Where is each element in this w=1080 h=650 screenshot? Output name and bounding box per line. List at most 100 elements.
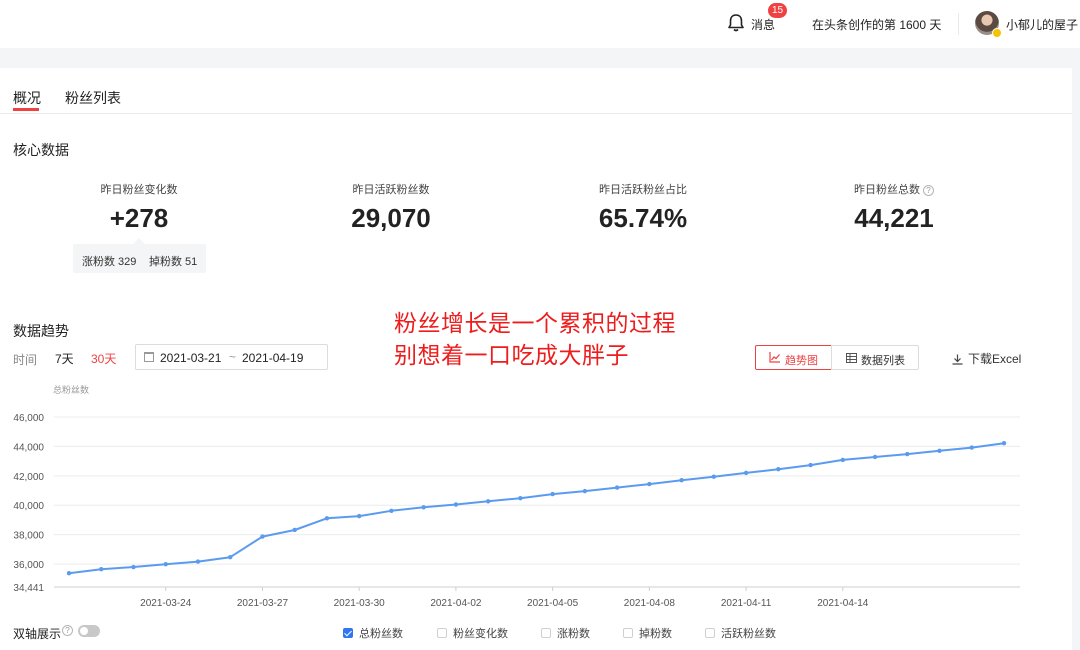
legend-fan-change-label: 粉丝变化数 bbox=[453, 628, 508, 640]
checkbox-icon bbox=[623, 628, 633, 638]
stat-label-active: 昨日活跃粉丝数 bbox=[352, 184, 430, 196]
time-filter-label: 时间 bbox=[13, 353, 38, 367]
data-point bbox=[260, 534, 265, 539]
series-line-total-fans bbox=[68, 442, 1005, 575]
stat-value-change: +278 bbox=[109, 203, 169, 233]
stat-value-total: 44,221 bbox=[854, 203, 934, 233]
message-count-badge: 15 bbox=[768, 3, 788, 18]
trend-chart-button[interactable]: 趋势图 bbox=[755, 345, 832, 370]
y-tick-label: 46,000 bbox=[13, 413, 44, 424]
y-tick-label: 44,000 bbox=[13, 442, 44, 453]
data-point bbox=[131, 564, 136, 570]
data-point bbox=[421, 505, 426, 510]
range-7-days[interactable]: 7天 bbox=[55, 350, 74, 367]
messages-label[interactable]: 消息 bbox=[751, 16, 775, 33]
data-point bbox=[292, 527, 297, 533]
stat-label-change: 昨日粉丝变化数 bbox=[100, 184, 178, 196]
y-tick-label: 42,000 bbox=[13, 472, 44, 483]
data-point bbox=[1001, 440, 1007, 446]
info-icon[interactable]: ? bbox=[923, 185, 934, 196]
gain-count: 涨粉数 329 bbox=[82, 256, 137, 268]
y-tick-label: 40,000 bbox=[13, 501, 44, 512]
data-point bbox=[776, 467, 781, 472]
y-tick-label: 34,441 bbox=[13, 583, 44, 594]
legend-loss[interactable]: 掉粉数 bbox=[623, 625, 672, 641]
data-point bbox=[679, 478, 684, 483]
data-point bbox=[969, 445, 974, 450]
avatar[interactable] bbox=[975, 11, 1002, 38]
verified-badge-icon bbox=[992, 28, 1002, 38]
data-point bbox=[872, 454, 878, 460]
data-point bbox=[163, 562, 168, 567]
data-point bbox=[99, 567, 104, 572]
bell-icon[interactable] bbox=[726, 12, 746, 34]
active-tab-indicator bbox=[13, 108, 39, 111]
date-range-picker[interactable]: 2021-03-21 ~ 2021-04-19 bbox=[135, 344, 328, 370]
x-tick-label: 2021-03-27 bbox=[237, 598, 289, 609]
data-point bbox=[711, 474, 717, 479]
fans-trend-chart: 34,441 36,000 38,000 40,000 42,000 44,000 46,0… bbox=[13, 413, 1020, 609]
data-point bbox=[614, 485, 620, 490]
y-tick-label: 38,000 bbox=[13, 531, 44, 542]
trend-chart-icon bbox=[769, 352, 780, 363]
data-point bbox=[905, 451, 910, 457]
data-point bbox=[937, 448, 942, 454]
legend-loss-label: 掉粉数 bbox=[639, 628, 672, 640]
legend-gain-label: 涨粉数 bbox=[557, 628, 590, 640]
stat-label-total: 昨日粉丝总数? bbox=[794, 181, 994, 197]
header-separator bbox=[958, 13, 959, 35]
data-point bbox=[808, 462, 813, 468]
checkbox-icon bbox=[705, 628, 715, 638]
range-30-days[interactable]: 30天 bbox=[91, 350, 116, 367]
data-point bbox=[228, 554, 233, 560]
checkbox-checked-icon bbox=[343, 628, 353, 638]
x-tick-label: 2021-04-11 bbox=[721, 598, 772, 609]
data-point bbox=[195, 559, 201, 564]
trend-title: 数据趋势 bbox=[13, 323, 69, 339]
help-icon[interactable]: ? bbox=[62, 625, 73, 636]
user-name[interactable]: 小郁儿的屋子 bbox=[1006, 16, 1078, 33]
loss-count: 掉粉数 51 bbox=[149, 256, 198, 268]
data-point bbox=[582, 488, 588, 494]
data-list-label: 数据列表 bbox=[861, 355, 905, 367]
stat-label-total-text: 昨日粉丝总数 bbox=[854, 184, 920, 196]
data-point bbox=[389, 508, 394, 514]
y-tick-label: 36,000 bbox=[13, 560, 44, 571]
stat-value-active-ratio: 65.74% bbox=[598, 203, 688, 233]
checkbox-icon bbox=[437, 628, 447, 638]
checkbox-icon bbox=[541, 628, 551, 638]
legend-fan-change[interactable]: 粉丝变化数 bbox=[437, 625, 508, 641]
table-icon bbox=[846, 353, 857, 363]
x-tick-label: 2021-04-14 bbox=[817, 598, 869, 609]
creation-days-text: 在头条创作的第 1600 天 bbox=[812, 18, 942, 32]
stat-label-active-ratio: 昨日活跃粉丝占比 bbox=[599, 184, 687, 196]
legend-total-fans[interactable]: 总粉丝数 bbox=[343, 625, 403, 641]
tab-fan-list[interactable]: 粉丝列表 bbox=[65, 88, 121, 108]
page-edge bbox=[1072, 68, 1080, 650]
data-point bbox=[840, 457, 845, 463]
stat-value-active: 29,070 bbox=[351, 203, 431, 233]
date-to: 2021-04-19 bbox=[242, 351, 304, 365]
download-icon bbox=[952, 354, 963, 365]
core-data-title: 核心数据 bbox=[13, 142, 69, 158]
x-tick-label: 2021-03-30 bbox=[334, 598, 386, 609]
data-point bbox=[66, 570, 72, 576]
data-list-button[interactable]: 数据列表 bbox=[831, 345, 919, 370]
data-point bbox=[743, 470, 749, 476]
legend-gain[interactable]: 涨粉数 bbox=[541, 625, 590, 641]
dual-axis-toggle[interactable] bbox=[78, 625, 100, 637]
calendar-icon bbox=[144, 352, 154, 362]
legend-active-fans[interactable]: 活跃粉丝数 bbox=[705, 625, 776, 641]
annotation-line-2: 别想着一口吃成大胖子 bbox=[394, 343, 629, 369]
data-point bbox=[356, 513, 362, 519]
tab-overview[interactable]: 概况 bbox=[13, 88, 41, 108]
data-point bbox=[453, 502, 459, 507]
download-excel-button[interactable]: 下载Excel bbox=[952, 350, 1021, 367]
date-separator: ~ bbox=[229, 350, 237, 364]
y-axis-title: 总粉丝数 bbox=[53, 385, 90, 395]
tab-bar: 概况 粉丝列表 bbox=[0, 68, 1072, 114]
data-point bbox=[647, 481, 652, 487]
annotation-line-1: 粉丝增长是一个累积的过程 bbox=[394, 311, 676, 337]
x-tick-label: 2021-04-02 bbox=[430, 598, 482, 609]
date-from: 2021-03-21 bbox=[160, 351, 222, 365]
